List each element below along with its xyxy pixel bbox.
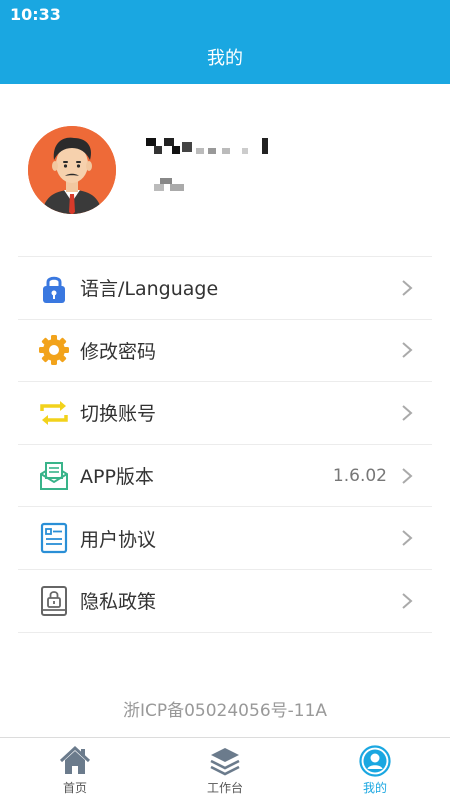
gear-icon: [39, 335, 69, 366]
chevron-right-icon: [402, 405, 413, 421]
menu-item-label: 用户协议: [80, 528, 157, 551]
tab-label: 我的: [362, 781, 387, 795]
chevron-right-icon: [402, 280, 413, 296]
icp-record[interactable]: 浙ICP备05024056号-11A: [0, 696, 450, 721]
tab-workbench[interactable]: 工作台: [150, 738, 300, 800]
menu-item-app-version[interactable]: APP版本 1.6.02: [18, 445, 432, 508]
menu-item-change-password[interactable]: 修改密码: [18, 320, 432, 383]
bottom-tab-bar: 首页 工作台 我的: [0, 737, 450, 800]
menu-item-label: 切换账号: [80, 403, 157, 426]
app-version-value: 1.6.02: [332, 465, 387, 486]
menu-item-privacy-policy[interactable]: 隐私政策: [18, 570, 432, 633]
chevron-right-icon: [402, 593, 413, 609]
document-icon: [40, 523, 68, 554]
chevron-right-icon: [402, 467, 413, 484]
page-title: 我的: [207, 48, 243, 69]
user-icon: [359, 745, 391, 777]
status-time: 10:33: [10, 5, 61, 24]
switch-account-icon: [40, 400, 68, 425]
tab-label: 首页: [62, 781, 87, 795]
tab-mine[interactable]: 我的: [300, 738, 450, 800]
avatar-illustration-icon: [28, 126, 116, 214]
menu-item-label: 隐私政策: [80, 591, 157, 614]
menu-item-switch-account[interactable]: 切换账号: [18, 382, 432, 445]
subline-redacted: [154, 178, 184, 191]
tab-label: 工作台: [206, 781, 243, 795]
privacy-lock-icon: [41, 585, 67, 616]
menu-item-user-agreement[interactable]: 用户协议: [18, 507, 432, 570]
menu-item-label: 修改密码: [80, 340, 157, 363]
tab-home[interactable]: 首页: [0, 738, 150, 800]
menu-item-label: 语言/Language: [80, 278, 219, 301]
chevron-right-icon: [402, 530, 413, 546]
menu-item-language[interactable]: 语言/Language: [18, 257, 432, 320]
settings-menu: 语言/Language 修改密码 切换账号 APP版本 1.6.02 用户协议 …: [18, 256, 432, 633]
home-icon: [59, 745, 91, 774]
username-redacted: [146, 138, 268, 154]
chevron-right-icon: [402, 342, 413, 359]
menu-item-label: APP版本: [80, 466, 154, 489]
avatar[interactable]: [28, 126, 116, 214]
status-bar: 10:33: [0, 0, 450, 30]
title-bar: 我的: [0, 30, 450, 84]
lock-icon: [43, 276, 65, 303]
profile-section[interactable]: [0, 84, 450, 256]
mail-icon: [40, 461, 68, 490]
layers-icon: [210, 748, 240, 776]
